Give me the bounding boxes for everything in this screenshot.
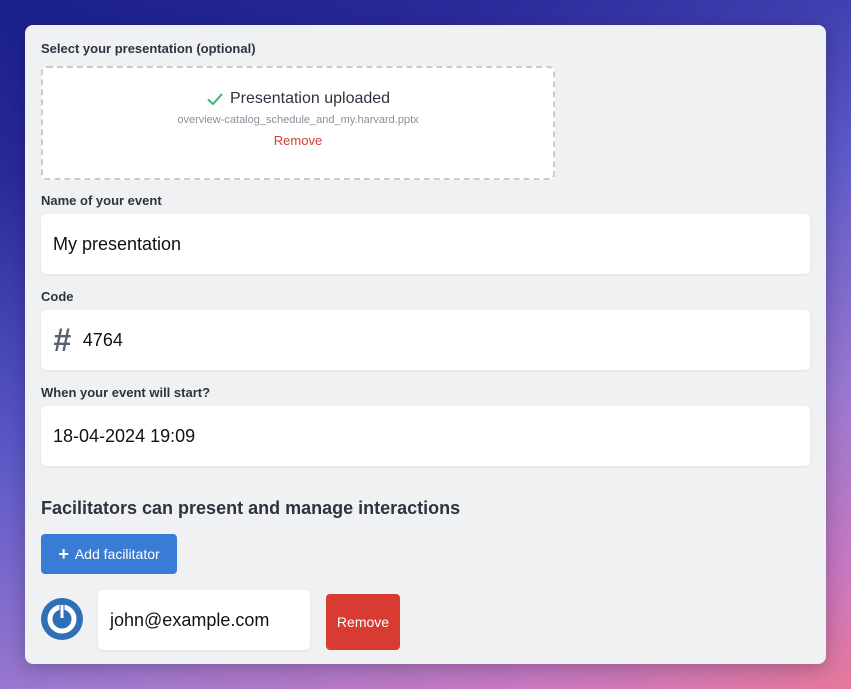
code-label: Code [41, 289, 74, 304]
event-name-label: Name of your event [41, 193, 162, 208]
code-value: 4764 [82, 329, 123, 350]
hash-icon: # [53, 322, 71, 358]
plus-icon: + [58, 544, 69, 564]
upload-label: Select your presentation (optional) [41, 41, 256, 56]
remove-facilitator-button[interactable]: Remove [326, 594, 400, 650]
event-name-input[interactable]: My presentation [41, 214, 810, 274]
event-form-card: Select your presentation (optional) Pres… [25, 25, 826, 664]
facilitator-email-input[interactable]: john@example.com [98, 590, 310, 650]
start-time-label: When your event will start? [41, 385, 211, 400]
avatar [41, 598, 83, 640]
start-time-value: 18-04-2024 19:09 [53, 425, 196, 446]
code-input[interactable]: # 4764 [41, 310, 810, 370]
event-name-value: My presentation [53, 233, 182, 254]
facilitators-heading: Facilitators can present and manage inte… [41, 498, 461, 518]
facilitator-email-value: john@example.com [110, 609, 270, 630]
start-time-input[interactable]: 18-04-2024 19:09 [41, 406, 810, 466]
add-facilitator-button[interactable]: + Add facilitator [41, 534, 177, 574]
presentation-dropzone[interactable]: Presentation uploaded overview-catalog_s… [41, 66, 555, 180]
uploaded-filename: overview-catalog_schedule_and_my.harvard… [177, 114, 419, 126]
upload-status: Presentation uploaded [43, 90, 553, 108]
upload-status-text: Presentation uploaded [229, 90, 391, 107]
check-icon [207, 93, 223, 106]
remove-presentation-link[interactable]: Remove [43, 133, 553, 148]
add-facilitator-label: Add facilitator [74, 546, 160, 562]
